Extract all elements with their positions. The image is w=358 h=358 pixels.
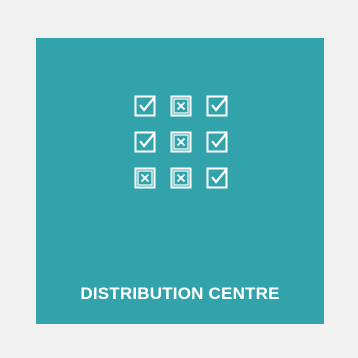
checkbox-checked-icon [134, 95, 156, 117]
checkbox-crossed-icon [170, 167, 192, 189]
checkbox-checked-icon [134, 131, 156, 153]
checkbox-checked-icon [206, 95, 228, 117]
checkbox-crossed-icon [134, 167, 156, 189]
tile-label: DISTRIBUTION CENTRE [80, 284, 280, 303]
distribution-centre-tile[interactable]: DISTRIBUTION CENTRE [36, 38, 324, 324]
checklist-grid-icon [134, 95, 254, 191]
checkbox-crossed-icon [170, 131, 192, 153]
checkbox-checked-icon [206, 131, 228, 153]
checkbox-checked-icon [206, 167, 228, 189]
checkbox-crossed-icon [170, 95, 192, 117]
